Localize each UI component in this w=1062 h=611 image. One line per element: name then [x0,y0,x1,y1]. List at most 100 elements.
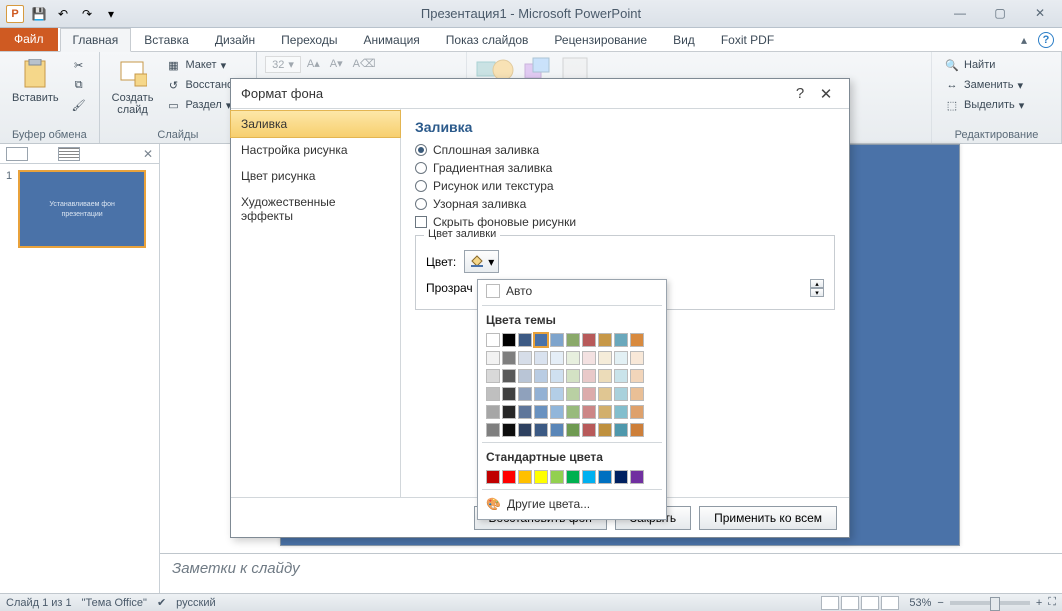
more-colors[interactable]: 🎨Другие цвета... [478,493,666,515]
tab-design[interactable]: Дизайн [202,27,268,51]
apply-all-button[interactable]: Применить ко всем [699,506,837,530]
color-swatch[interactable] [534,387,548,401]
replace-button[interactable]: ↔Заменить ▾ [940,76,1053,94]
color-swatch[interactable] [486,423,500,437]
color-swatch[interactable] [534,351,548,365]
tab-slideshow[interactable]: Показ слайдов [433,27,542,51]
close-button[interactable]: ✕ [1020,2,1060,24]
select-button[interactable]: ⬚Выделить ▾ [940,96,1053,114]
color-swatch[interactable] [486,405,500,419]
color-swatch[interactable] [534,423,548,437]
color-swatch[interactable] [502,423,516,437]
color-swatch[interactable] [614,470,628,484]
color-picker-button[interactable]: ▾ [464,250,499,273]
tab-review[interactable]: Рецензирование [541,27,660,51]
color-swatch[interactable] [550,369,564,383]
tab-foxit[interactable]: Foxit PDF [708,27,787,51]
color-swatch[interactable] [518,405,532,419]
color-swatch[interactable] [614,351,628,365]
cat-artistic[interactable]: Художественные эффекты [231,189,400,229]
color-swatch[interactable] [598,333,612,347]
color-swatch[interactable] [614,369,628,383]
outline-tab-icon[interactable] [58,147,80,161]
color-swatch[interactable] [630,333,644,347]
color-swatch[interactable] [502,333,516,347]
color-swatch[interactable] [550,405,564,419]
color-swatch[interactable] [598,387,612,401]
color-swatch[interactable] [518,470,532,484]
tab-insert[interactable]: Вставка [131,27,202,51]
color-swatch[interactable] [566,387,580,401]
color-swatch[interactable] [486,351,500,365]
color-swatch[interactable] [486,333,500,347]
zoom-out-icon[interactable]: − [937,597,943,609]
color-swatch[interactable] [582,333,596,347]
radio-solid[interactable] [415,144,427,156]
color-swatch[interactable] [534,470,548,484]
radio-picture[interactable] [415,180,427,192]
zoom-in-icon[interactable]: + [1036,597,1042,609]
close-pane-icon[interactable]: ✕ [143,147,153,161]
color-swatch[interactable] [550,387,564,401]
dialog-help-icon[interactable]: ? [787,85,813,102]
color-swatch[interactable] [582,470,596,484]
notes-pane[interactable]: Заметки к слайду [160,553,1062,593]
minimize-button[interactable]: — [940,2,980,24]
tab-transitions[interactable]: Переходы [268,27,350,51]
transparency-spinner[interactable]: ▴▾ [810,279,824,297]
color-swatch[interactable] [486,369,500,383]
zoom-level[interactable]: 53% [909,597,931,609]
layout-button[interactable]: ▦Макет ▾ [161,56,248,74]
new-slide-button[interactable]: Создать слайд [108,56,158,118]
color-swatch[interactable] [598,369,612,383]
cut-button[interactable]: ✂ [67,56,91,74]
color-swatch[interactable] [566,405,580,419]
color-swatch[interactable] [550,423,564,437]
color-auto[interactable]: Авто [478,280,666,302]
format-painter-button[interactable]: 🖌 [67,96,91,114]
color-swatch[interactable] [566,423,580,437]
check-hide-bg[interactable] [415,216,427,228]
color-swatch[interactable] [502,470,516,484]
color-swatch[interactable] [550,351,564,365]
slides-tab-icon[interactable] [6,147,28,161]
color-swatch[interactable] [582,387,596,401]
color-swatch[interactable] [502,369,516,383]
view-reading-icon[interactable] [861,596,879,610]
qat-redo-icon[interactable]: ↷ [76,3,98,25]
paste-button[interactable]: Вставить [8,56,63,106]
color-swatch[interactable] [566,351,580,365]
color-swatch[interactable] [566,333,580,347]
color-swatch[interactable] [582,423,596,437]
radio-pattern[interactable] [415,198,427,210]
color-swatch[interactable] [550,470,564,484]
fit-window-icon[interactable]: ⛶ [1048,596,1056,609]
zoom-slider[interactable] [950,601,1030,605]
tab-animation[interactable]: Анимация [350,27,432,51]
ribbon-minimize-icon[interactable]: ▴ [1016,32,1032,48]
color-swatch[interactable] [630,369,644,383]
color-swatch[interactable] [534,405,548,419]
color-swatch[interactable] [582,351,596,365]
color-swatch[interactable] [502,405,516,419]
cat-fill[interactable]: Заливка [230,110,401,138]
color-swatch[interactable] [614,387,628,401]
color-swatch[interactable] [630,405,644,419]
slide-thumbnail[interactable]: Устанавливаем фон презентации [18,170,146,248]
tab-home[interactable]: Главная [60,28,132,52]
color-swatch[interactable] [630,470,644,484]
app-icon[interactable]: P [4,3,26,25]
color-swatch[interactable] [502,387,516,401]
cat-picture[interactable]: Настройка рисунка [231,137,400,163]
color-swatch[interactable] [486,470,500,484]
tab-view[interactable]: Вид [660,27,708,51]
color-swatch[interactable] [518,369,532,383]
color-swatch[interactable] [518,387,532,401]
find-button[interactable]: 🔍Найти [940,56,1053,74]
qat-undo-icon[interactable]: ↶ [52,3,74,25]
color-swatch[interactable] [598,405,612,419]
color-swatch[interactable] [614,333,628,347]
view-normal-icon[interactable] [821,596,839,610]
cat-color[interactable]: Цвет рисунка [231,163,400,189]
color-swatch[interactable] [534,369,548,383]
